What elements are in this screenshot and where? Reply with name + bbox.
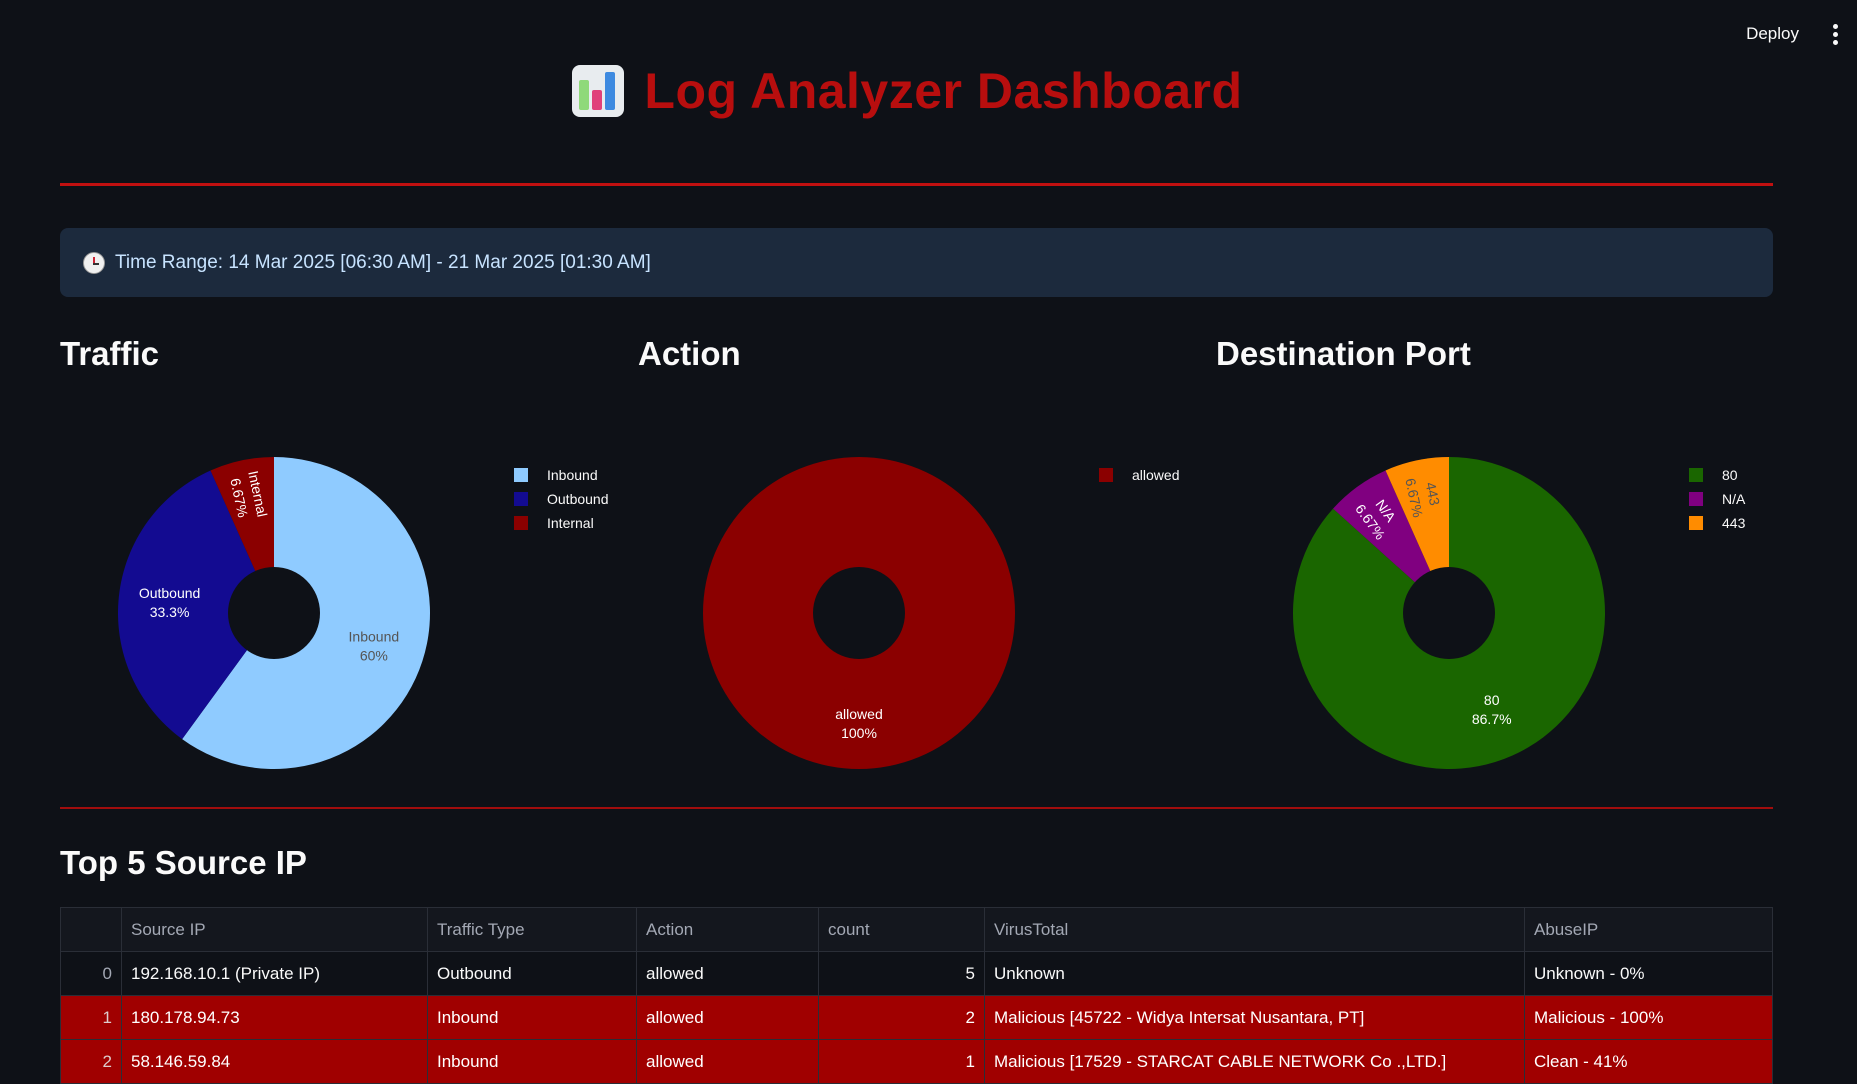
donut-hole — [813, 567, 905, 659]
cell-traffic-type[interactable]: Outbound — [427, 951, 637, 996]
column-header-action[interactable]: Action — [636, 907, 819, 952]
table-row[interactable]: 2 58.146.59.84 Inbound allowed 1 Malicio… — [60, 1039, 1773, 1084]
legend-label-n-a[interactable]: N/A — [1722, 491, 1746, 507]
legend-label-80[interactable]: 80 — [1722, 467, 1738, 483]
cell-action[interactable]: allowed — [636, 1039, 819, 1084]
divider — [60, 183, 1773, 186]
destination-port-title: Destination Port — [1216, 335, 1471, 372]
traffic-title: Traffic — [60, 335, 160, 372]
top-bar: Deploy — [0, 0, 1857, 70]
table-row[interactable]: 0 192.168.10.1 (Private IP) Outbound all… — [60, 951, 1773, 996]
legend-swatch-443[interactable] — [1689, 516, 1703, 530]
column-header-virustotal[interactable]: VirusTotal — [984, 907, 1525, 952]
cell-count[interactable]: 1 — [818, 1039, 985, 1084]
row-index: 1 — [60, 995, 122, 1040]
cell-source-ip[interactable]: 58.146.59.84 — [121, 1039, 428, 1084]
legend-swatch-inbound[interactable] — [514, 468, 528, 482]
top-source-ip-table: Source IP Traffic Type Action count Viru… — [60, 907, 1773, 1084]
cell-abuseip[interactable]: Unknown - 0% — [1524, 951, 1773, 996]
bar-chart-icon — [572, 65, 625, 117]
legend-swatch-outbound[interactable] — [514, 492, 528, 506]
table-row[interactable]: 1 180.178.94.73 Inbound allowed 2 Malici… — [60, 995, 1773, 1040]
legend-label-outbound[interactable]: Outbound — [547, 491, 609, 507]
legend-label-allowed[interactable]: allowed — [1132, 467, 1179, 483]
donut-hole — [1403, 567, 1495, 659]
page-title: Log Analyzer Dashboard — [644, 63, 1243, 119]
legend-label-inbound[interactable]: Inbound — [547, 467, 598, 483]
divider — [60, 807, 1773, 809]
time-range-text: Time Range: 14 Mar 2025 [06:30 AM] - 21 … — [115, 251, 651, 273]
cell-action[interactable]: allowed — [636, 995, 819, 1040]
cell-abuseip[interactable]: Clean - 41% — [1524, 1039, 1773, 1084]
legend-label-internal[interactable]: Internal — [547, 515, 594, 531]
legend-swatch-n-a[interactable] — [1689, 492, 1703, 506]
top-source-ip-title: Top 5 Source IP — [60, 844, 307, 881]
cell-traffic-type[interactable]: Inbound — [427, 995, 637, 1040]
column-header-count[interactable]: count — [818, 907, 985, 952]
deploy-button[interactable]: Deploy — [1746, 24, 1799, 44]
cell-virustotal[interactable]: Malicious [45722 - Widya Intersat Nusant… — [984, 995, 1525, 1040]
page-header: Log Analyzer Dashboard — [0, 62, 1815, 122]
row-index: 0 — [60, 951, 122, 996]
table-header-row: Source IP Traffic Type Action count Viru… — [60, 907, 1773, 952]
cell-count[interactable]: 2 — [818, 995, 985, 1040]
column-header-traffic-type[interactable]: Traffic Type — [427, 907, 637, 952]
legend-swatch-80[interactable] — [1689, 468, 1703, 482]
more-menu-icon[interactable] — [1831, 22, 1839, 48]
donut-hole — [228, 567, 320, 659]
legend-label-443[interactable]: 443 — [1722, 515, 1746, 531]
column-header-source-ip[interactable]: Source IP — [121, 907, 428, 952]
cell-source-ip[interactable]: 192.168.10.1 (Private IP) — [121, 951, 428, 996]
cell-action[interactable]: allowed — [636, 951, 819, 996]
cell-virustotal[interactable]: Unknown — [984, 951, 1525, 996]
cell-abuseip[interactable]: Malicious - 100% — [1524, 995, 1773, 1040]
destination-port-pie-chart: 80 86.7%N/A6.67%4436.67%80N/A443 — [1292, 457, 1746, 769]
cell-virustotal[interactable]: Malicious [17529 - STARCAT CABLE NETWORK… — [984, 1039, 1525, 1084]
column-header-index[interactable] — [60, 907, 122, 952]
row-index: 2 — [60, 1039, 122, 1084]
cell-count[interactable]: 5 — [818, 951, 985, 996]
action-title: Action — [638, 335, 741, 372]
column-header-abuseip[interactable]: AbuseIP — [1524, 907, 1773, 952]
legend-swatch-allowed[interactable] — [1099, 468, 1113, 482]
cell-traffic-type[interactable]: Inbound — [427, 1039, 637, 1084]
time-range-banner: Time Range: 14 Mar 2025 [06:30 AM] - 21 … — [60, 228, 1773, 297]
clock-icon — [83, 251, 105, 274]
cell-source-ip[interactable]: 180.178.94.73 — [121, 995, 428, 1040]
legend-swatch-internal[interactable] — [514, 516, 528, 530]
